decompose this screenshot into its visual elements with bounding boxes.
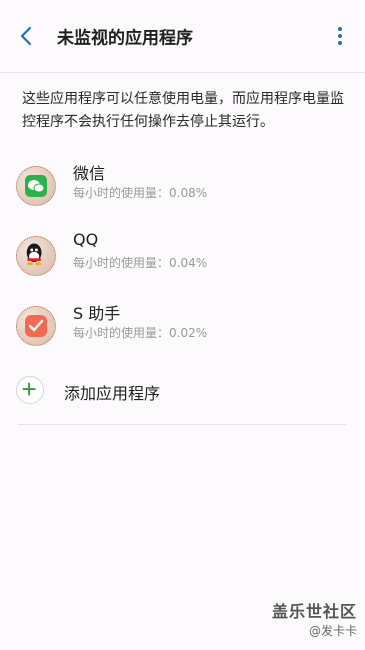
app-usage: 每小时的使用量：0.02% — [73, 326, 208, 340]
s-assistant-icon — [16, 306, 56, 346]
page-title: 未监视的应用程序 — [57, 28, 193, 49]
app-row-s-assistant[interactable]: S 助手 每小时的使用量：0.02% — [0, 300, 365, 358]
watermark-subtitle: @发卡卡 — [308, 624, 357, 638]
watermark-title: 盖乐世社区 — [271, 602, 357, 621]
plus-icon — [16, 376, 44, 404]
app-usage: 每小时的使用量：0.08% — [73, 186, 208, 200]
app-usage: 每小时的使用量：0.04% — [73, 256, 208, 270]
more-options-icon[interactable] — [337, 26, 343, 46]
qq-icon — [16, 236, 56, 276]
app-name: 微信 — [73, 164, 106, 183]
header-divider — [0, 72, 365, 73]
description-text: 这些应用程序可以任意使用电量，而应用程序电量监控程序不会执行任何操作去停止其运行… — [22, 91, 344, 130]
app-name: S 助手 — [73, 304, 121, 323]
app-row-wechat[interactable]: 微信 每小时的使用量：0.08% — [0, 160, 365, 218]
app-bar: 未监视的应用程序 — [0, 0, 365, 72]
back-arrow-icon[interactable] — [16, 25, 38, 47]
add-app-button[interactable]: 添加应用程序 — [0, 374, 365, 408]
wechat-icon — [16, 166, 56, 206]
add-app-label: 添加应用程序 — [64, 384, 161, 403]
list-divider — [18, 424, 346, 425]
app-name: QQ — [73, 230, 99, 249]
app-row-qq[interactable]: QQ 每小时的使用量：0.04% — [0, 230, 365, 288]
